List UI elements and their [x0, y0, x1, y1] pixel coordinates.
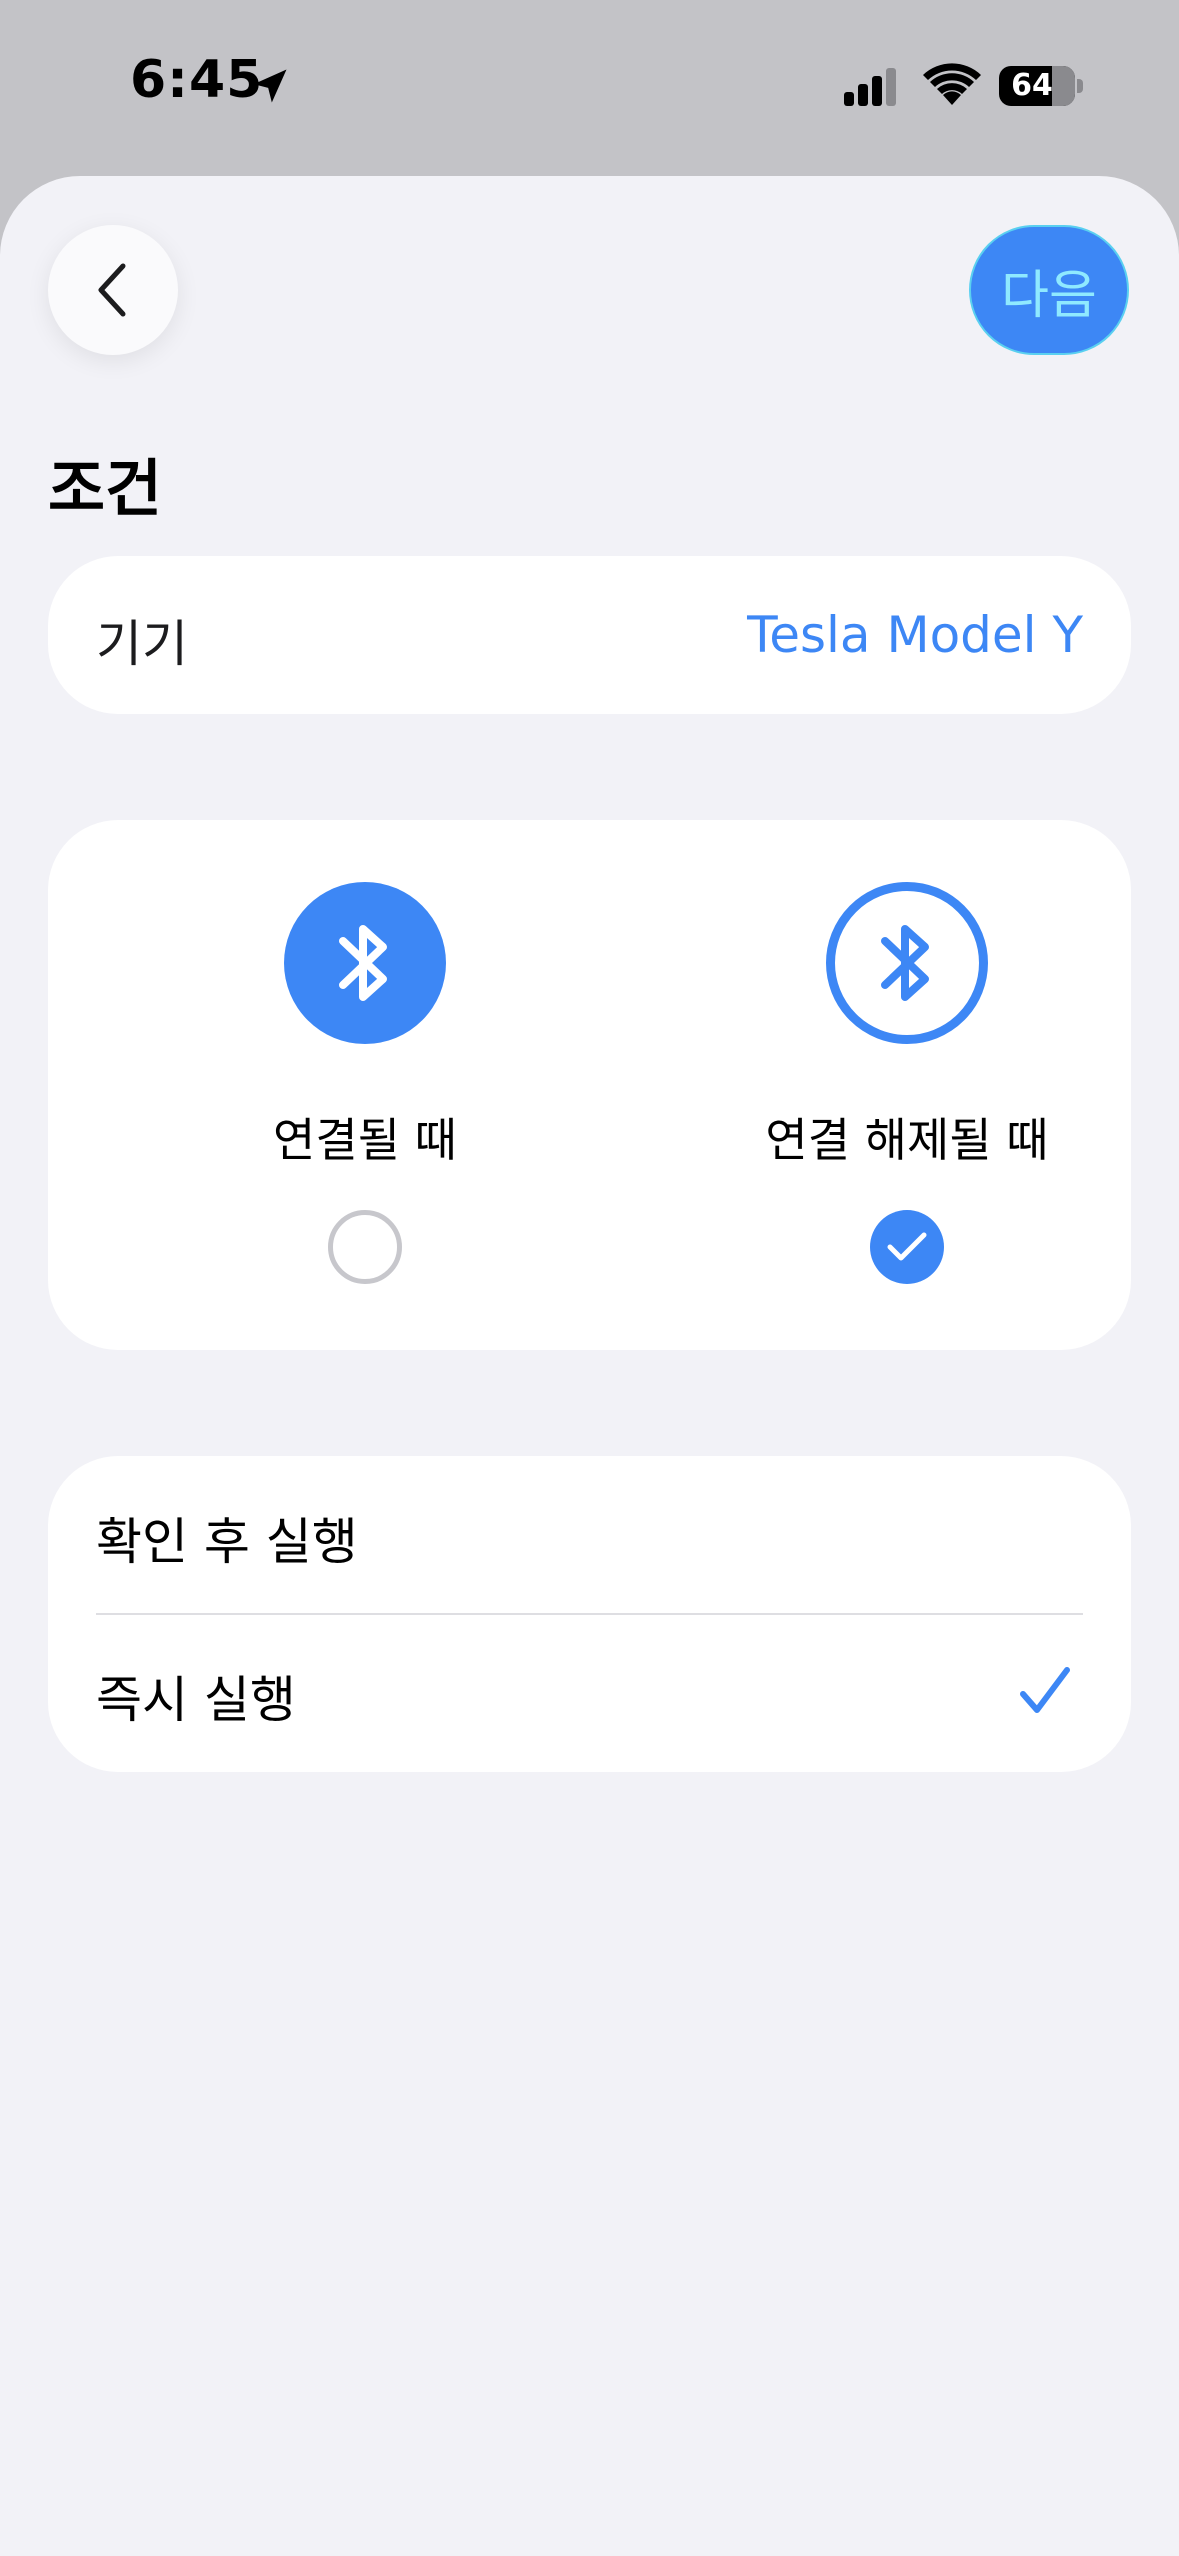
page-title: 조건: [48, 452, 163, 525]
condition-sheet: [0, 176, 1179, 2556]
radio-unselected[interactable]: [328, 1210, 402, 1284]
radio-selected[interactable]: [870, 1210, 944, 1284]
run-mode-card: 확인 후 실행 즉시 실행: [48, 1456, 1131, 1772]
status-bar: 6:45 64: [0, 0, 1179, 176]
chevron-left-icon: [98, 263, 126, 317]
option-label: 연결 해제될 때: [765, 1113, 1049, 1167]
device-row[interactable]: 기기 Tesla Model Y: [48, 556, 1131, 714]
location-arrow-icon: [248, 64, 292, 112]
list-item-label: 확인 후 실행: [96, 1513, 358, 1571]
list-item-confirm-run[interactable]: 확인 후 실행: [48, 1456, 1131, 1614]
device-value[interactable]: Tesla Model Y: [747, 606, 1083, 664]
cellular-signal-icon: [842, 66, 904, 112]
status-time: 6:45: [130, 50, 264, 110]
bluetooth-filled-icon: [284, 882, 446, 1044]
option-when-disconnected[interactable]: 연결 해제될 때: [707, 882, 1107, 1284]
trigger-card: 연결될 때 연결 해제될 때: [48, 820, 1131, 1350]
checkmark-icon: [887, 1232, 927, 1261]
checkmark-icon: [1017, 1664, 1073, 1724]
battery-cap: [1077, 79, 1083, 93]
device-label: 기기: [96, 615, 188, 673]
option-when-connected[interactable]: 연결될 때: [165, 882, 565, 1284]
list-item-run-immediately[interactable]: 즉시 실행: [48, 1614, 1131, 1772]
next-button[interactable]: 다음: [969, 225, 1129, 355]
battery-level: 64: [1011, 68, 1053, 103]
back-button[interactable]: [48, 225, 178, 355]
bluetooth-outline-icon: [826, 882, 988, 1044]
battery-icon: 64: [999, 66, 1075, 106]
wifi-icon: [923, 63, 981, 111]
list-item-label: 즉시 실행: [96, 1671, 296, 1729]
option-label: 연결될 때: [273, 1113, 457, 1167]
